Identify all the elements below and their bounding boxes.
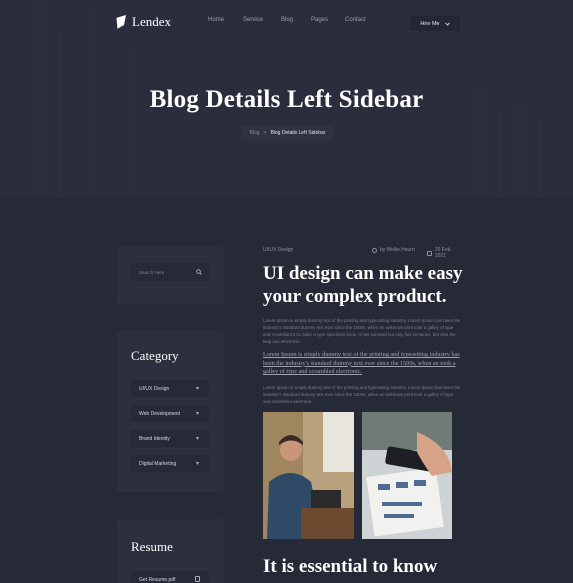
category-title: Category [131,348,179,363]
search-icon[interactable] [196,269,202,275]
user-icon [372,247,377,253]
post-paragraph: Lorem Ipsum is simply dummy text of the … [263,318,461,344]
resume-download-link[interactable]: Get Resume.pdf [131,571,209,583]
page-hero: Lendex Home Service Blog Pages Contact H… [0,0,573,198]
category-label: Web Development [139,410,181,417]
nav-item-pages[interactable]: Pages [311,17,345,23]
category-label: UI/UX Design [139,385,170,392]
chevron-down-icon: ▾ [195,461,199,467]
category-widget: Category UI/UX Design ▾ Web Development … [117,331,224,492]
post-author: by Mollie Hourn [372,247,415,253]
hire-me-label: Hire Me [420,20,440,27]
hands-with-phone-image [362,412,452,539]
post-author-name[interactable]: by Mollie Hourn [380,247,415,253]
category-label: Brand Identity [139,435,170,442]
brand-logo[interactable]: Lendex [114,14,171,30]
search-widget: Search Here [117,246,224,304]
feather-logo-icon [115,14,126,29]
category-item-digital-marketing[interactable]: Digital Marketing ▾ [131,455,209,472]
post-subheading: It is essential to know [263,556,438,577]
post-quote: Lorem Ipsum is simply dummy text of the … [263,351,460,376]
post-image-designer [263,412,354,539]
man-with-laptop-image [263,412,354,539]
search-input[interactable]: Search Here [131,263,209,281]
category-item-web-development[interactable]: Web Development ▾ [131,405,209,422]
post-category[interactable]: UI/UX Design [263,247,293,253]
top-navigation: Lendex Home Service Blog Pages Contact H… [0,12,573,34]
breadcrumb-parent[interactable]: Blog [250,130,260,136]
nav-item-home[interactable]: Home [208,17,243,23]
post-date: 26 Feb, 2021 [427,247,463,259]
page-title: Blog Details Left Sidebar [149,86,424,113]
resume-widget: Resume Get Resume.pdf [117,519,224,583]
category-label: Digital Marketing [139,460,177,467]
resume-title: Resume [131,539,173,554]
resume-file-label: Get Resume.pdf [139,576,176,583]
nav-item-contact[interactable]: Contact [345,17,375,23]
search-placeholder: Search Here [139,269,165,275]
post-paragraph: Lorem Ipsum is simply dummy text of the … [263,385,461,404]
nav-item-blog[interactable]: Blog [281,17,311,23]
breadcrumb-current: Blog Details Left Sidebar [270,129,326,136]
category-item-ui-ux[interactable]: UI/UX Design ▾ [131,380,209,397]
chevron-down-icon [444,22,450,26]
post-title: UI design can make easy your complex pro… [263,263,463,307]
post-date-text: 26 Feb, 2021 [434,247,452,259]
breadcrumb: Blog > Blog Details Left Sidebar [241,125,334,140]
breadcrumb-separator: > [263,129,267,136]
calendar-icon [427,250,432,256]
chevron-down-icon: ▾ [195,436,199,442]
download-icon [195,576,200,582]
post-meta: UI/UX Design by Mollie Hourn 26 Feb, 202… [263,247,463,259]
chevron-down-icon: ▾ [195,386,199,392]
post-image-wireframes [362,412,452,539]
brand-name: Lendex [132,14,171,29]
nav-item-service[interactable]: Service [243,17,281,23]
hire-me-button[interactable]: Hire Me [410,16,460,31]
chevron-down-icon: ▾ [195,411,199,417]
nav-links: Home Service Blog Pages Contact [208,17,375,23]
category-item-brand-identity[interactable]: Brand Identity ▾ [131,430,209,447]
